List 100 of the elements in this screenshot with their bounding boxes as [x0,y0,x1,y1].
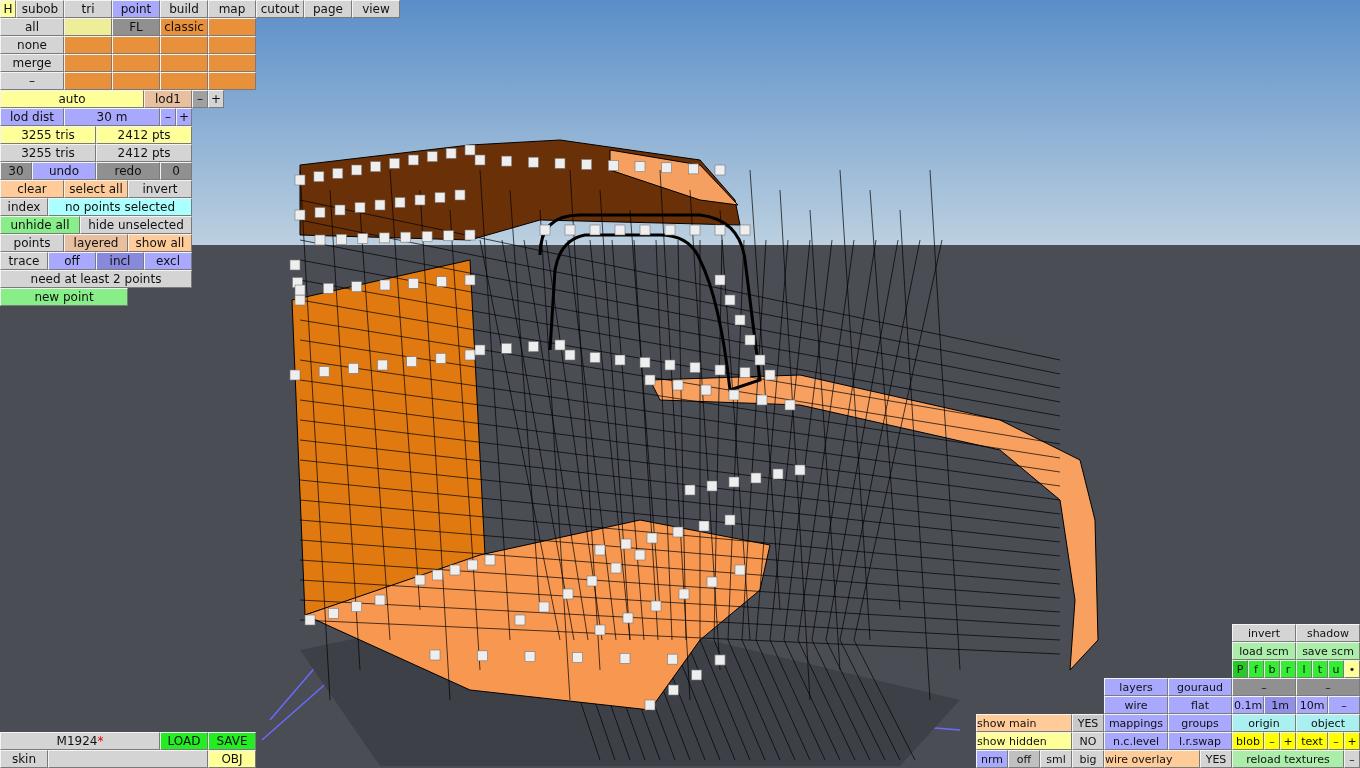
layer-swatch[interactable] [208,18,256,36]
tool-button[interactable]: unhide all [0,216,80,234]
view-button[interactable]: wire overlay [1104,750,1200,768]
view-button[interactable]: layers [1104,678,1168,696]
view-button[interactable]: – [1232,678,1296,696]
tool-button[interactable]: clear [0,180,64,198]
view-button[interactable]: show hidden [976,732,1072,750]
mode-tab[interactable]: tri [64,0,112,18]
view-button[interactable]: save scm [1296,642,1360,660]
tool-button[interactable]: incl [96,252,144,270]
view-button[interactable]: – [1296,678,1360,696]
tool-button[interactable]: index [0,198,48,216]
mode-tab[interactable]: build [160,0,208,18]
tool-button[interactable]: 30 m [64,108,160,126]
tool-button[interactable]: lod dist [0,108,64,126]
layer-swatch[interactable] [208,54,256,72]
view-button[interactable]: r [1280,660,1296,678]
tool-button[interactable]: select all [64,180,128,198]
tool-button[interactable]: 30 [0,162,32,180]
view-button[interactable]: + [1344,732,1360,750]
view-button[interactable]: 10m [1296,696,1328,714]
layer-swatch[interactable] [160,36,208,54]
view-button[interactable]: u [1328,660,1344,678]
tool-button[interactable]: layered [64,234,128,252]
view-button[interactable]: YES [1200,750,1232,768]
tool-button[interactable]: hide unselected [80,216,192,234]
model-name-button[interactable]: M1924* [0,732,160,750]
view-button[interactable]: wire [1104,696,1168,714]
layer-swatch[interactable] [64,72,112,90]
format-button[interactable]: OBJ [208,750,256,768]
view-button[interactable]: mappings [1104,714,1168,732]
layer-swatch[interactable] [208,36,256,54]
mode-tab[interactable]: page [304,0,352,18]
tool-button[interactable]: auto [0,90,144,108]
mode-tab[interactable]: subob [16,0,64,18]
view-button[interactable]: n.c.level [1104,732,1168,750]
view-button[interactable]: – [1264,732,1280,750]
mode-tab[interactable]: point [112,0,160,18]
tool-button[interactable]: merge [0,54,64,72]
view-button[interactable]: blob [1232,732,1264,750]
tool-button[interactable]: none [0,36,64,54]
view-button[interactable]: + [1280,732,1296,750]
tool-button[interactable]: FL [112,18,160,36]
tool-button[interactable]: 2412 pts [96,144,192,162]
view-button[interactable]: NO [1072,732,1104,750]
tool-button[interactable]: points [0,234,64,252]
layer-swatch[interactable] [160,54,208,72]
view-button[interactable]: P [1232,660,1248,678]
view-button[interactable]: flat [1168,696,1232,714]
skin-field[interactable] [48,750,208,768]
tool-button[interactable]: trace [0,252,48,270]
tool-button[interactable]: show all [128,234,192,252]
view-button[interactable]: l [1296,660,1312,678]
view-button[interactable]: invert [1232,624,1296,642]
load-button[interactable]: LOAD [160,732,208,750]
tool-button[interactable]: + [208,90,224,108]
view-button[interactable]: reload textures [1232,750,1344,768]
view-button[interactable]: YES [1072,714,1104,732]
tool-button[interactable]: 2412 pts [96,126,192,144]
view-button[interactable]: l.r.swap [1168,732,1232,750]
mode-tab[interactable]: cutout [256,0,304,18]
view-button[interactable]: load scm [1232,642,1296,660]
tool-button[interactable]: undo [32,162,96,180]
view-button[interactable]: b [1264,660,1280,678]
tool-button[interactable]: new point [0,288,128,306]
view-button[interactable]: t [1312,660,1328,678]
layer-swatch[interactable] [112,54,160,72]
view-button[interactable]: object [1296,714,1360,732]
tool-button[interactable]: – [160,108,176,126]
view-button[interactable]: text [1296,732,1328,750]
tool-button[interactable]: lod1 [144,90,192,108]
layer-swatch[interactable] [64,54,112,72]
layer-swatch[interactable] [64,18,112,36]
view-button[interactable]: origin [1232,714,1296,732]
view-button[interactable]: sml [1040,750,1072,768]
layer-swatch[interactable] [112,72,160,90]
layer-swatch[interactable] [160,72,208,90]
tool-button[interactable]: excl [144,252,192,270]
tool-button[interactable]: classic [160,18,208,36]
view-button[interactable]: nrm [976,750,1008,768]
tool-button[interactable]: off [48,252,96,270]
view-button[interactable]: f [1248,660,1264,678]
tool-button[interactable]: no points selected [48,198,192,216]
tool-button[interactable]: all [0,18,64,36]
view-button[interactable]: groups [1168,714,1232,732]
view-button[interactable]: – [1328,732,1344,750]
view-button[interactable]: big [1072,750,1104,768]
view-button[interactable]: • [1344,660,1360,678]
help-button[interactable]: H [0,0,16,18]
view-button[interactable]: 0.1m [1232,696,1264,714]
layer-swatch[interactable] [208,72,256,90]
save-button[interactable]: SAVE [208,732,256,750]
view-button[interactable]: – [1328,696,1360,714]
mode-tab[interactable]: view [352,0,400,18]
tool-button[interactable]: – [0,72,64,90]
view-button[interactable]: gouraud [1168,678,1232,696]
tool-button[interactable]: 0 [160,162,192,180]
view-button[interactable]: shadow [1296,624,1360,642]
tool-button[interactable]: redo [96,162,160,180]
tool-button[interactable]: 3255 tris [0,144,96,162]
